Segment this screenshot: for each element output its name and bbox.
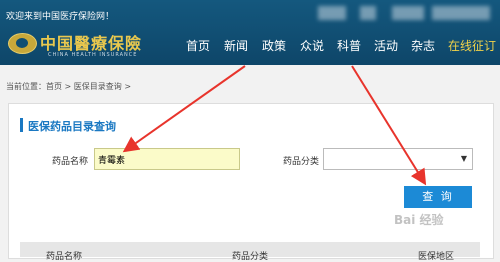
- welcome-text: 欢迎来到中国医疗保险网！: [6, 12, 115, 22]
- drug-name-input[interactable]: [94, 148, 240, 170]
- search-button[interactable]: 查 询: [404, 186, 472, 208]
- header-drug-name: 药品名称: [46, 252, 83, 262]
- nav-home[interactable]: 首页: [186, 37, 210, 54]
- blurred-user-info-4: [432, 6, 490, 20]
- logo-text[interactable]: 中国醫療保險: [40, 30, 142, 54]
- blurred-user-info: [318, 6, 346, 20]
- logo-subtitle: CHINA HEALTH INSURANCE: [48, 52, 138, 58]
- breadcrumb-text[interactable]: 当前位置：首页 > 医保目录查询 >: [6, 81, 131, 92]
- drug-category-select[interactable]: ▼: [323, 148, 473, 170]
- panel-title: 医保药品目录查询: [28, 120, 116, 133]
- nav-opinions[interactable]: 众说: [300, 37, 324, 54]
- logo-icon[interactable]: [8, 33, 37, 54]
- header-insurance-region: 医保地区: [418, 252, 455, 262]
- watermark-logo: Bai 经验: [394, 213, 444, 227]
- nav-subscribe[interactable]: 在线征订: [448, 37, 496, 54]
- blurred-user-info-3: [392, 6, 424, 20]
- nav-magazine[interactable]: 杂志: [411, 37, 435, 54]
- breadcrumb: 当前位置：首页 > 医保目录查询 >: [0, 76, 500, 96]
- blurred-user-info-2: [360, 6, 376, 20]
- title-accent-bar: [20, 118, 23, 132]
- nav-news[interactable]: 新闻: [224, 37, 248, 54]
- nav-science[interactable]: 科普: [337, 37, 361, 54]
- header-drug-category: 药品分类: [232, 252, 269, 262]
- drug-category-label: 药品分类: [283, 157, 320, 167]
- drug-name-label: 药品名称: [52, 157, 89, 167]
- chevron-down-icon[interactable]: ▼: [461, 154, 467, 163]
- nav-events[interactable]: 活动: [374, 37, 398, 54]
- nav-policy[interactable]: 政策: [262, 37, 286, 54]
